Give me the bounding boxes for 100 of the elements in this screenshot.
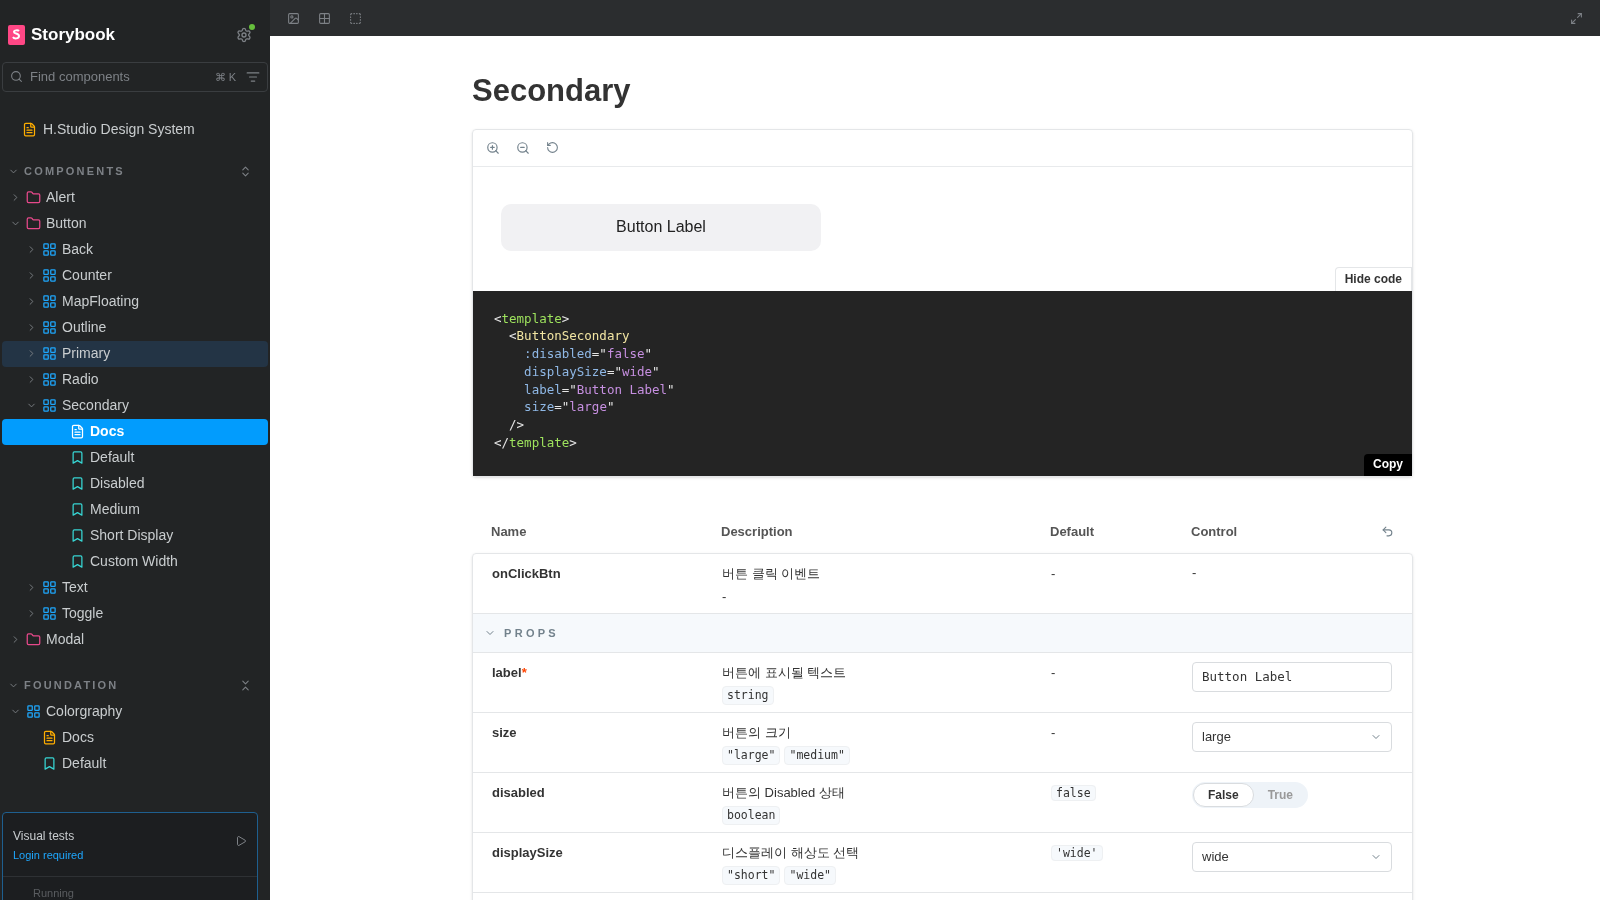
outline-icon[interactable] [349, 11, 362, 25]
document-icon [70, 424, 85, 439]
bookmark-icon [70, 502, 85, 517]
component-icon [42, 606, 57, 621]
tree-item[interactable]: Radio [2, 366, 268, 393]
default-value: false [1051, 784, 1096, 801]
document-icon [22, 122, 37, 137]
tree-item[interactable]: Short Display [2, 522, 268, 549]
prop-name: onClickBtn [492, 565, 561, 581]
tree-item[interactable]: Primary [2, 340, 268, 367]
copy-button[interactable]: Copy [1364, 453, 1412, 476]
fullscreen-icon[interactable] [1570, 11, 1583, 25]
component-icon [42, 294, 57, 309]
type-tag: boolean [722, 806, 781, 826]
reset-icon[interactable] [1381, 525, 1394, 539]
tree-item[interactable]: Docs [2, 724, 268, 751]
prop-name: disabled [492, 784, 545, 800]
tree-item[interactable]: Back [2, 236, 268, 263]
section-header[interactable]: FOUNDATION [0, 672, 270, 699]
grid-icon[interactable] [318, 11, 331, 25]
tree-item[interactable]: Colorgraphy [2, 698, 268, 725]
login-link[interactable]: Login required [13, 847, 84, 864]
column-header: Name [491, 523, 528, 542]
component-icon [42, 580, 57, 595]
component-icon [42, 372, 57, 387]
prop-name: size [492, 724, 517, 740]
zoom-out-icon[interactable] [516, 140, 530, 155]
prop-description: 버튼에 표시될 텍스트 [722, 663, 848, 682]
bookmark-icon [70, 528, 85, 543]
tree-item[interactable]: Counter [2, 262, 268, 289]
tree-item[interactable]: Medium [2, 496, 268, 523]
component-icon [42, 320, 57, 335]
component-icon [42, 346, 57, 361]
filter-icon[interactable] [246, 69, 260, 84]
code-line: :disabled="false" [523, 345, 653, 363]
type-tag: "large" [722, 746, 781, 766]
code-line: label="Button Label" [523, 380, 675, 399]
reset-icon[interactable] [546, 141, 559, 154]
select-field[interactable]: large [1192, 721, 1392, 752]
toggle-option[interactable]: False [1193, 782, 1254, 807]
brand-name: Storybook [31, 24, 116, 46]
prop-description: 버튼의 크기 [722, 723, 792, 742]
folder-icon [26, 216, 41, 231]
status-text: Running [32, 885, 75, 900]
code-line: </template> [494, 434, 577, 452]
zoom-in-icon[interactable] [486, 140, 500, 155]
prop-name: label* [492, 664, 527, 680]
code-line: <ButtonSecondary [508, 327, 630, 346]
tree-item[interactable]: MapFloating [2, 288, 268, 315]
select-field[interactable]: wide [1192, 841, 1392, 872]
bookmark-icon [70, 450, 85, 465]
prop-type: - [722, 588, 728, 607]
group-row[interactable]: PROPS [473, 613, 1412, 653]
default-value: - [1051, 565, 1056, 581]
boolean-toggle[interactable]: False True [1192, 781, 1309, 808]
code-line: <template> [494, 309, 570, 328]
default-value: - [1051, 664, 1056, 680]
logo-icon [8, 24, 25, 45]
tree-item[interactable]: Button [2, 210, 268, 237]
column-header: Default [1050, 523, 1096, 542]
type-tag: "short" [722, 866, 781, 886]
tree-item[interactable]: Text [2, 574, 268, 601]
tree-item[interactable]: Secondary [2, 392, 268, 419]
preview-button[interactable]: Button Label [501, 203, 821, 251]
bookmark-icon [70, 476, 85, 491]
component-icon [26, 704, 41, 719]
prop-description: 버튼의 Disabled 상태 [722, 783, 846, 802]
play-icon[interactable] [235, 835, 247, 847]
document-icon [42, 730, 57, 745]
component-icon [42, 268, 57, 283]
tree-item[interactable]: Custom Width [2, 548, 268, 575]
control-value: - [1192, 564, 1197, 580]
column-header: Control [1191, 523, 1239, 542]
default-value: 'wide' [1051, 844, 1103, 861]
tree-item[interactable]: Default [2, 444, 268, 471]
prop-name: displaySize [492, 844, 563, 860]
code-line: displaySize="wide" [523, 362, 660, 381]
tree-item[interactable]: Modal [2, 626, 268, 653]
text-field[interactable]: Button Label [1192, 661, 1392, 692]
component-icon [42, 398, 57, 413]
tree-item[interactable]: Disabled [2, 470, 268, 497]
expand-icon[interactable] [239, 165, 252, 178]
folder-icon [26, 190, 41, 205]
component-icon [42, 242, 57, 257]
type-tag: "wide" [784, 866, 836, 886]
collapse-icon[interactable] [239, 679, 252, 692]
tree-item[interactable]: Alert [2, 184, 268, 211]
settings-icon[interactable] [236, 26, 252, 43]
page-title: Secondary [472, 72, 632, 110]
code-line: size="large" [523, 398, 615, 417]
tree-item[interactable]: Default [2, 750, 268, 777]
tree-item[interactable]: Outline [2, 314, 268, 341]
bookmark-icon [42, 756, 57, 771]
tree-item[interactable]: H.Studio Design System [0, 116, 270, 143]
column-header: Description [721, 523, 794, 542]
bookmark-icon [70, 554, 85, 569]
tree-item[interactable]: Toggle [2, 600, 268, 627]
section-header[interactable]: COMPONENTS [0, 158, 270, 185]
hide-code-button[interactable]: Hide code [1334, 266, 1412, 291]
image-icon[interactable] [287, 11, 300, 25]
